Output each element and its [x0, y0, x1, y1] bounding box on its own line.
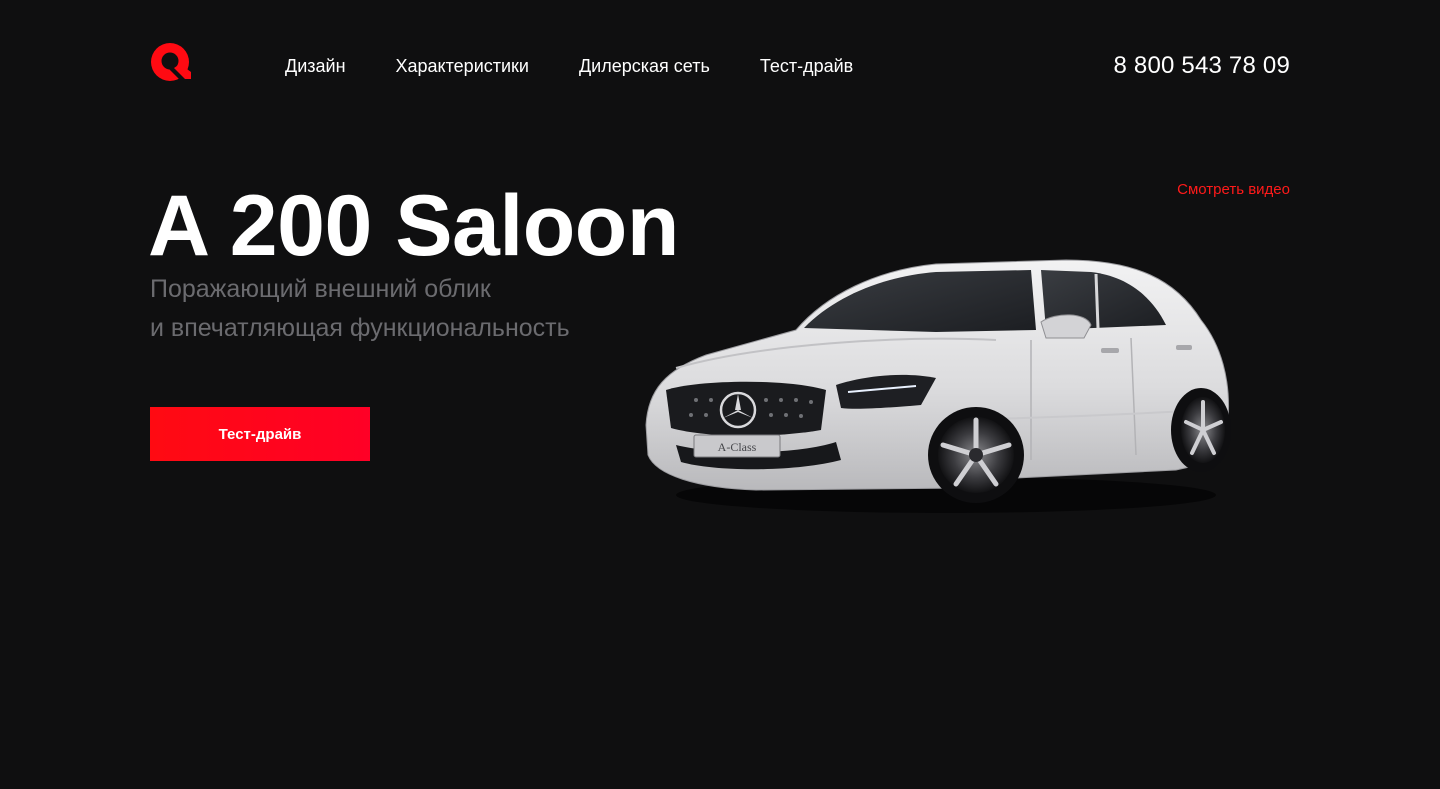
nav-item-design[interactable]: Дизайн: [285, 52, 346, 80]
brand-logo-shape: [151, 43, 191, 81]
main-nav: Дизайн Характеристики Дилерская сеть Тес…: [285, 52, 853, 80]
hero-subtitle-line-1: Поражающий внешний облик: [150, 275, 491, 303]
landing-page: Дизайн Характеристики Дилерская сеть Тес…: [0, 0, 1440, 789]
brand-logo-icon[interactable]: [150, 42, 192, 84]
plate-text: A-Class: [718, 440, 757, 454]
phone-number[interactable]: 8 800 543 78 09: [1114, 50, 1291, 82]
test-drive-button[interactable]: Тест-драйв: [150, 407, 370, 461]
nav-item-specs[interactable]: Характеристики: [396, 52, 529, 80]
hero-subtitle-line-2: и впечатляющая функциональность: [150, 314, 570, 342]
watch-video-link[interactable]: Смотреть видео: [1177, 180, 1290, 200]
nav-item-dealers[interactable]: Дилерская сеть: [579, 52, 710, 80]
hero-subtitle: Поражающий внешний облик и впечатляющая …: [150, 270, 570, 348]
white-hatchback-car-image: A-Class: [645, 259, 1231, 513]
hero-title: A 200 Saloon: [148, 178, 679, 274]
nav-item-test-drive[interactable]: Тест-драйв: [760, 52, 853, 80]
